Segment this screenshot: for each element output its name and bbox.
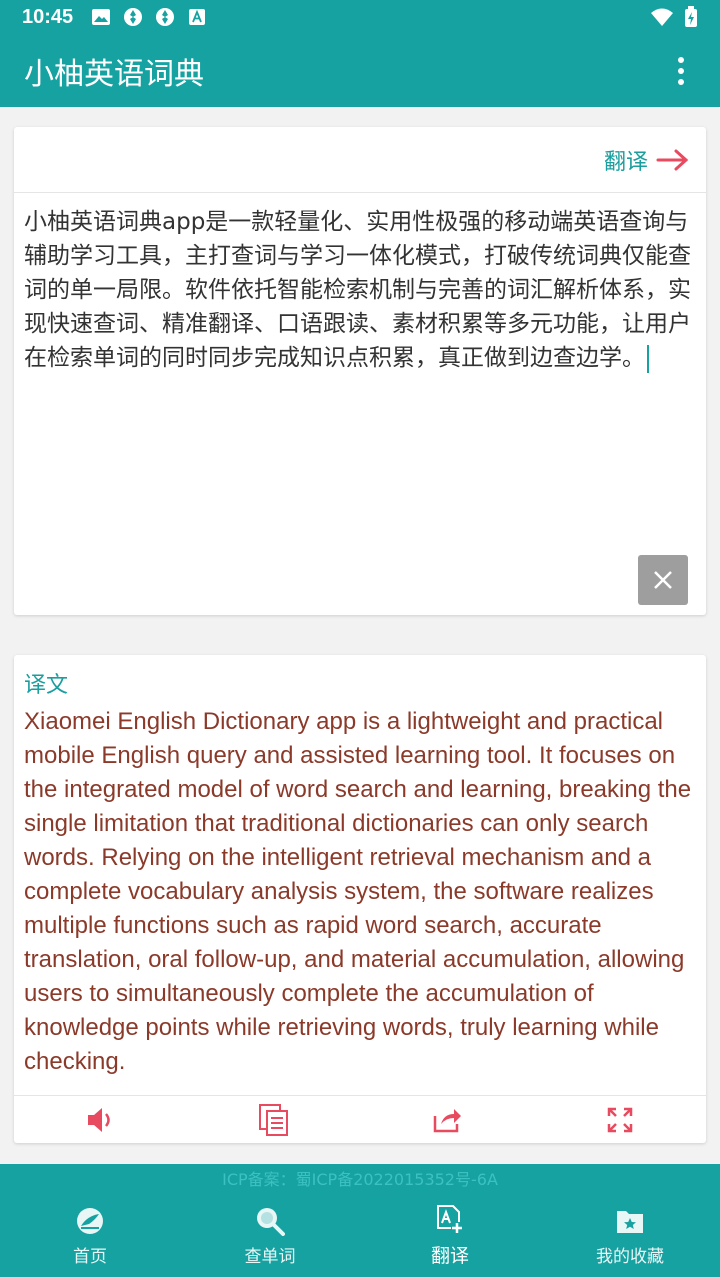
close-icon	[654, 571, 672, 589]
fullscreen-button[interactable]	[600, 1100, 640, 1140]
font-notification-icon	[189, 9, 206, 25]
translate-icon	[437, 1205, 463, 1234]
source-text-input[interactable]: 小柚英语词典app是一款轻量化、实用性极强的移动端英语查询与辅助学习工具，主打查…	[14, 193, 706, 603]
status-bar: 10:45	[0, 0, 720, 34]
icp-notice: ICP备案：蜀ICP备2022015352号-6A	[0, 1164, 720, 1196]
app-bar: 小柚英语词典	[0, 34, 720, 107]
arrow-right-icon	[656, 149, 689, 170]
app-notification-icon	[124, 8, 143, 26]
clear-button[interactable]	[638, 555, 688, 605]
nav-word-search[interactable]: 查单词	[180, 1196, 360, 1277]
home-icon	[77, 1208, 103, 1234]
text-cursor	[647, 344, 649, 373]
source-text: 小柚英语词典app是一款轻量化、实用性极强的移动端英语查询与辅助学习工具，主打查…	[24, 209, 691, 371]
nav-word-search-label: 查单词	[244, 1247, 296, 1267]
share-button[interactable]	[427, 1100, 467, 1140]
app-notification-icon-2	[156, 8, 175, 26]
nav-translate-label: 翻译	[430, 1245, 469, 1267]
bottom-nav: 首页 查单词 翻译 我的收藏	[0, 1196, 720, 1277]
battery-charging-icon	[685, 6, 697, 27]
fullscreen-icon	[607, 1107, 632, 1132]
source-input-card: 翻译 小柚英语词典app是一款轻量化、实用性极强的移动端英语查询与辅助学习工具，…	[14, 127, 706, 615]
app-title: 小柚英语词典	[24, 56, 204, 92]
speaker-icon	[87, 1107, 110, 1132]
output-actions	[14, 1095, 706, 1143]
translate-button[interactable]: 翻译	[604, 144, 690, 176]
translated-text: Xiaomei English Dictionary app is a ligh…	[24, 708, 692, 1075]
nav-favorites[interactable]: 我的收藏	[540, 1196, 720, 1277]
wifi-icon	[651, 8, 673, 26]
translation-label: 译文	[24, 673, 69, 698]
nav-translate[interactable]: 翻译	[360, 1196, 540, 1277]
share-icon	[433, 1108, 461, 1132]
status-time: 10:45	[22, 5, 74, 28]
search-icon	[257, 1208, 285, 1236]
image-notification-icon	[92, 9, 111, 25]
more-options-icon[interactable]	[666, 51, 696, 91]
translate-button-label: 翻译	[603, 149, 648, 175]
nav-home-label: 首页	[73, 1247, 107, 1267]
copy-icon	[258, 1103, 288, 1136]
translation-output-card: 译文 Xiaomei English Dictionary app is a l…	[14, 655, 706, 1143]
copy-button[interactable]	[254, 1100, 294, 1140]
favorites-folder-icon	[617, 1211, 643, 1233]
nav-home[interactable]: 首页	[0, 1196, 180, 1277]
speak-button[interactable]	[81, 1100, 121, 1140]
nav-favorites-label: 我的收藏	[596, 1247, 664, 1267]
